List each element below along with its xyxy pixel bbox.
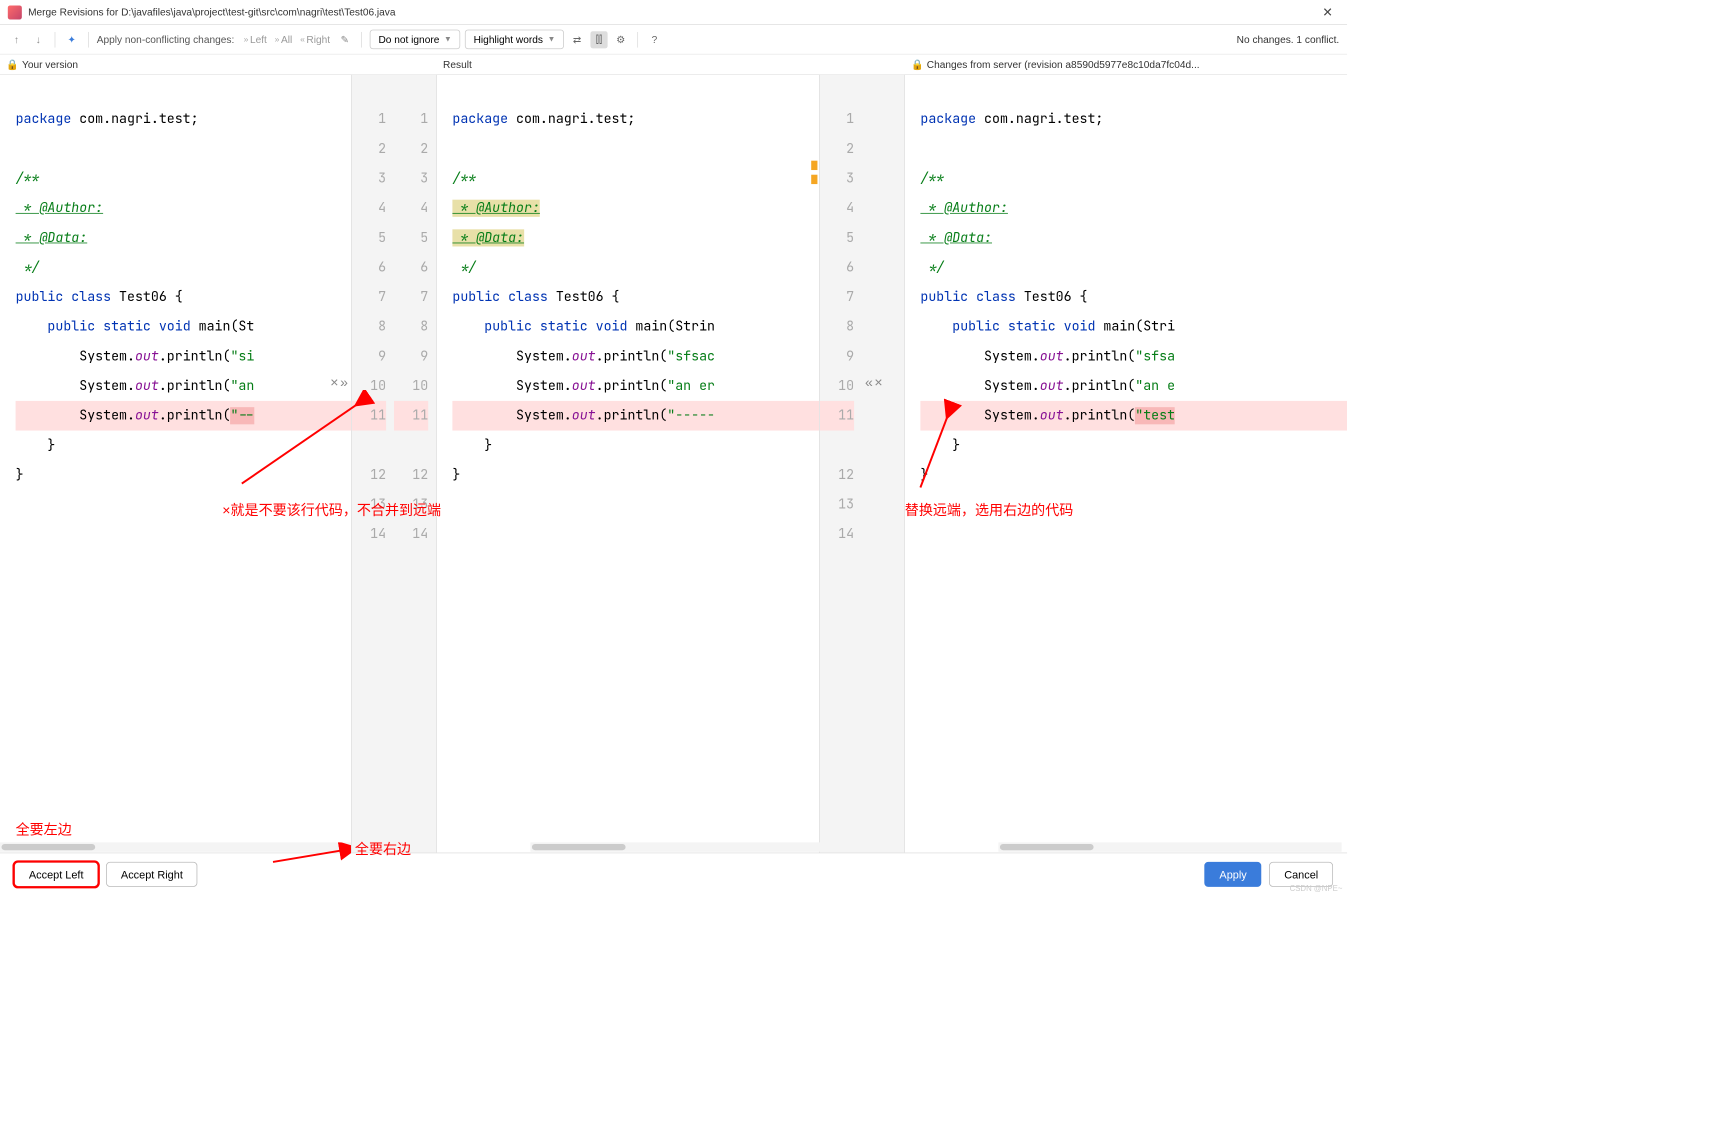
line-numbers: 1 2 3 4 5 6 7 8 9 10 11 12 13 14	[352, 75, 394, 579]
merge-panes: package com.nagri.test; /** * @Author: *…	[0, 75, 1347, 855]
ignore-select[interactable]: Do not ignore▼	[370, 30, 460, 50]
apply-right-link[interactable]: «Right	[300, 34, 330, 46]
gear-icon[interactable]: ⚙	[612, 31, 629, 48]
status-text: No changes. 1 conflict.	[1237, 34, 1340, 46]
sync-scroll-icon[interactable]: ⫿⫿	[590, 31, 607, 48]
lock-icon: 🔒	[6, 58, 19, 70]
chevron-right-icon: »	[275, 35, 280, 44]
right-pane: package com.nagri.test; /** * @Author: *…	[905, 75, 1347, 855]
prev-diff-icon[interactable]: ↑	[8, 31, 25, 48]
chevron-right-icon: »	[244, 35, 249, 44]
right-header: 🔒Changes from server (revision a8590d597…	[905, 55, 1347, 75]
left-header: 🔒Your version	[0, 55, 437, 75]
separator	[637, 32, 638, 48]
accept-left-button[interactable]: Accept Left	[14, 862, 98, 887]
change-marker[interactable]	[811, 175, 817, 184]
help-icon[interactable]: ?	[646, 31, 663, 48]
apply-all-link[interactable]: »All	[275, 34, 293, 46]
chevron-down-icon: ▼	[548, 35, 556, 44]
reject-icon[interactable]: ×	[330, 374, 338, 390]
highlight-select[interactable]: Highlight words▼	[465, 30, 564, 50]
hscroll-left[interactable]	[0, 842, 351, 851]
change-marker[interactable]	[811, 161, 817, 170]
chevron-down-icon: ▼	[444, 35, 452, 44]
title-bar: Merge Revisions for D:\javafiles\java\pr…	[0, 0, 1347, 25]
center-gutter-right: 1 2 3 4 5 6 7 8 9 10 11 12 13 14	[819, 75, 862, 855]
app-icon	[8, 5, 22, 19]
center-code[interactable]: package com.nagri.test; /** * @Author: *…	[437, 75, 819, 520]
separator	[88, 32, 89, 48]
apply-left-link[interactable]: »Left	[244, 34, 267, 46]
left-gutter: 1 2 3 4 5 6 7 8 9 10 11 12 13 14	[351, 75, 394, 855]
center-gutter-left: 1 2 3 4 5 6 7 8 9 10 11 12 13 14	[394, 75, 437, 855]
watermark: CSDN @NPE~	[1290, 885, 1343, 894]
apply-button[interactable]: Apply	[1205, 862, 1262, 887]
left-code[interactable]: package com.nagri.test; /** * @Author: *…	[0, 75, 351, 520]
hscroll-right[interactable]	[998, 842, 1341, 851]
right-conflict-actions[interactable]: «×	[865, 374, 883, 390]
right-gutter: «×	[862, 75, 905, 855]
reject-icon[interactable]: ×	[874, 374, 882, 390]
left-pane: package com.nagri.test; /** * @Author: *…	[0, 75, 351, 855]
left-conflict-actions[interactable]: ×»	[330, 374, 348, 390]
cancel-button[interactable]: Cancel	[1269, 862, 1333, 887]
toolbar: ↑ ↓ ✦ Apply non-conflicting changes: »Le…	[0, 25, 1347, 55]
hscroll-center[interactable]	[530, 842, 897, 851]
footer: Accept Left Accept Right Apply Cancel	[0, 853, 1347, 895]
right-code[interactable]: package com.nagri.test; /** * @Author: *…	[905, 75, 1347, 520]
accept-icon[interactable]: »	[340, 374, 348, 390]
magic-resolve-icon[interactable]: ✦	[63, 31, 80, 48]
lock-icon: 🔒	[911, 58, 924, 70]
next-diff-icon[interactable]: ↓	[30, 31, 47, 48]
pane-headers: 🔒Your version Result 🔒Changes from serve…	[0, 55, 1347, 75]
wand-icon[interactable]: ✎	[336, 31, 353, 48]
window-title: Merge Revisions for D:\javafiles\java\pr…	[28, 6, 1316, 18]
center-header: Result	[437, 55, 905, 75]
chevron-left-icon: «	[300, 35, 305, 44]
apply-label: Apply non-conflicting changes:	[97, 34, 235, 46]
center-pane: package com.nagri.test; /** * @Author: *…	[437, 75, 819, 855]
separator	[55, 32, 56, 48]
separator	[361, 32, 362, 48]
close-icon[interactable]: ✕	[1316, 4, 1339, 20]
collapse-icon[interactable]: ⇄	[569, 31, 586, 48]
accept-right-button[interactable]: Accept Right	[106, 862, 198, 887]
accept-icon[interactable]: «	[865, 374, 873, 390]
